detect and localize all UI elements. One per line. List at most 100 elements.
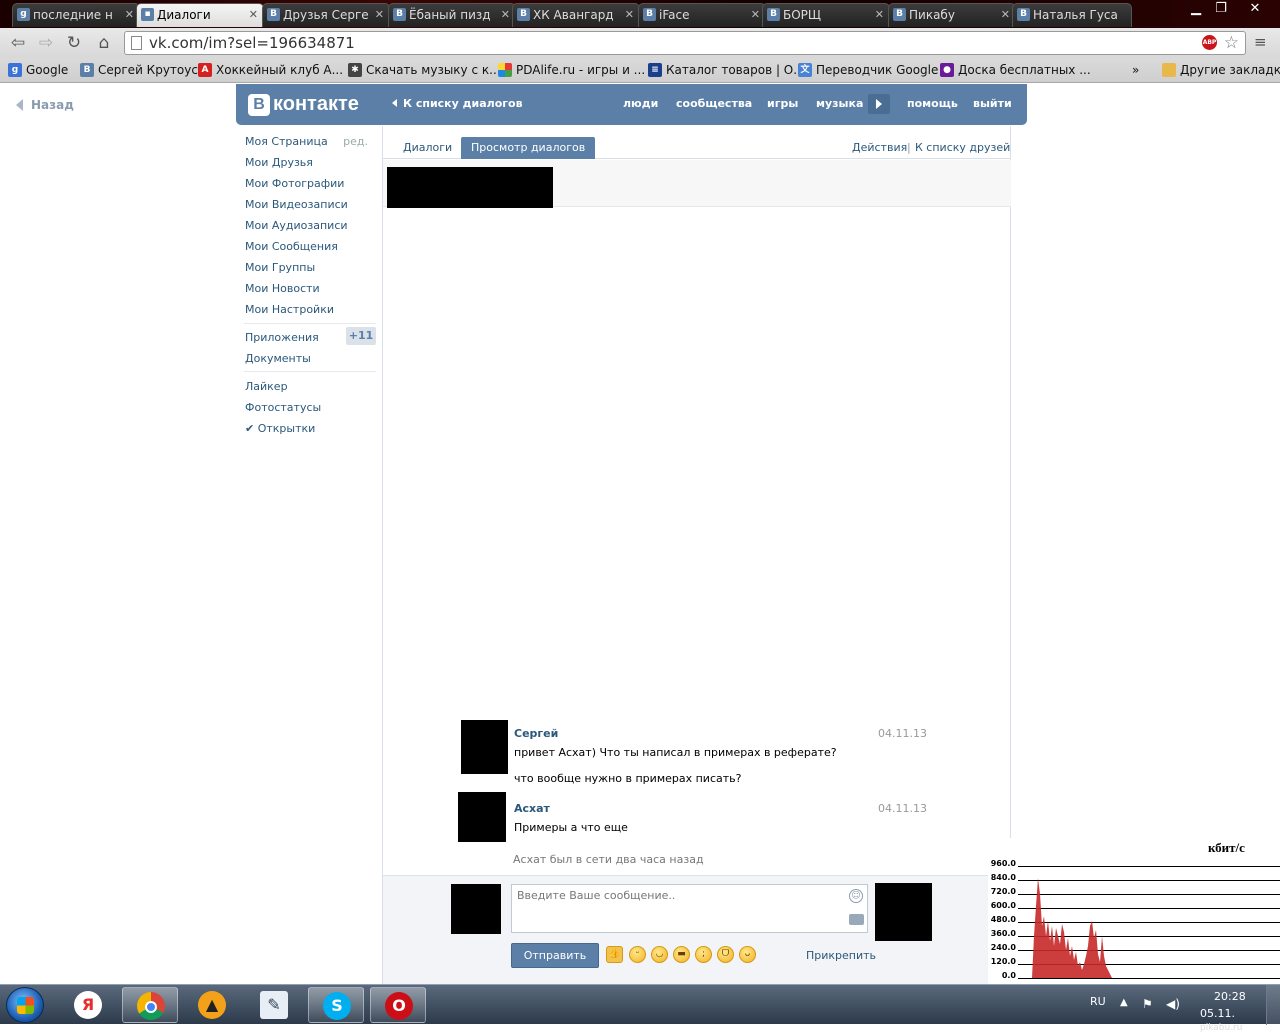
taskbar-skype[interactable]: S: [308, 987, 364, 1023]
more-bookmarks[interactable]: »: [1132, 62, 1139, 79]
nav-communities[interactable]: сообщества: [676, 97, 752, 110]
nav-games[interactable]: игры: [767, 97, 798, 110]
nav-people[interactable]: люди: [623, 97, 658, 110]
nav-music[interactable]: музыка: [816, 97, 863, 110]
sidebar-item-photos[interactable]: Мои Фотографии: [245, 177, 344, 190]
bookmark-item[interactable]: B Сергей Крутоус: [78, 62, 198, 79]
close-icon[interactable]: ✕: [1001, 4, 1010, 26]
smile-icon[interactable]: ☺: [849, 889, 863, 903]
to-friends-link[interactable]: К списку друзей: [915, 141, 1010, 154]
close-icon[interactable]: ✕: [875, 4, 884, 26]
back-link[interactable]: Назад: [16, 98, 74, 112]
browser-tab[interactable]: B Друзья Серге ✕: [262, 3, 390, 27]
message-input[interactable]: Введите Ваше сообщение..: [511, 884, 868, 933]
emoji-laugh-icon[interactable]: ᗜ: [717, 946, 734, 963]
actions-link[interactable]: Действия: [852, 141, 907, 154]
taskbar-aimp[interactable]: ▲: [184, 987, 240, 1023]
browser-tab[interactable]: BiFace ✕: [638, 3, 766, 27]
thumbs-up-icon[interactable]: 👍: [606, 946, 623, 963]
volume-icon[interactable]: ◀): [1166, 997, 1180, 1011]
browser-tab[interactable]: B БОРЩ ✕: [762, 3, 890, 27]
bookmark-item[interactable]: PDAlife.ru - игры и ...: [496, 62, 645, 79]
language-indicator[interactable]: RU: [1090, 995, 1106, 1008]
send-button[interactable]: Отправить: [511, 943, 599, 968]
bookmark-star-icon[interactable]: ☆: [1224, 32, 1239, 54]
emoji-relieved-icon[interactable]: ᵕ: [629, 946, 646, 963]
edit-link[interactable]: ред.: [343, 135, 368, 148]
sidebar-item-groups[interactable]: Мои Группы: [245, 261, 315, 274]
sidebar-item-news[interactable]: Мои Новости: [245, 282, 320, 295]
avatar[interactable]: [458, 792, 506, 842]
message-author[interactable]: Асхат: [514, 802, 550, 815]
peer-avatar[interactable]: [875, 883, 932, 941]
sidebar-item-liker[interactable]: Лайкер: [245, 380, 288, 393]
window-close-icon[interactable]: ✕: [1236, 0, 1274, 20]
taskbar-yandex[interactable]: Я: [60, 987, 116, 1023]
close-icon[interactable]: ✕: [249, 4, 258, 26]
emoji-wink-icon[interactable]: ;: [695, 946, 712, 963]
tray-expand-icon[interactable]: ▲: [1120, 997, 1128, 1008]
emoji-grin-icon[interactable]: ▬: [673, 946, 690, 963]
sidebar-item-friends[interactable]: Мои Друзья: [245, 156, 313, 169]
taskbar-notepad[interactable]: ✎: [246, 987, 302, 1023]
browser-tab[interactable]: B ХК Авангард ✕: [512, 3, 640, 27]
browser-tab[interactable]: B Ёбаный пизд ✕: [388, 3, 516, 27]
browser-tab[interactable]: g последние н ✕: [12, 3, 140, 27]
emoji-tongue-icon[interactable]: ᴗ: [739, 946, 756, 963]
bookmark-item[interactable]: A Хоккейный клуб А...: [196, 62, 343, 79]
sidebar-item-apps[interactable]: Приложения: [245, 331, 319, 344]
show-desktop-button[interactable]: [1266, 985, 1280, 1025]
close-icon[interactable]: ✕: [375, 4, 384, 26]
sidebar-item-my-page[interactable]: Моя Страница: [245, 135, 328, 148]
back-arrow-icon: [16, 99, 23, 111]
bookmark-item[interactable]: 文 Переводчик Google: [796, 62, 938, 79]
start-button[interactable]: [6, 987, 44, 1023]
page-icon: [131, 36, 142, 50]
browser-tab[interactable]: B Наталья Гуса: [1012, 3, 1132, 27]
back-arrow-icon[interactable]: ⇦: [8, 33, 28, 53]
close-icon[interactable]: ✕: [125, 4, 134, 26]
vk-logo[interactable]: Вконтакте: [248, 93, 359, 116]
nav-help[interactable]: помощь: [907, 97, 958, 110]
browser-tab-active[interactable]: ▪ Диалоги ✕: [136, 3, 264, 27]
bookmark-item[interactable]: ≡ Каталог товаров | О...: [646, 62, 805, 79]
sidebar-item-photostatus[interactable]: Фотостатусы: [245, 401, 321, 414]
other-bookmarks[interactable]: Другие закладки: [1160, 62, 1280, 79]
sidebar-item-settings[interactable]: Мои Настройки: [245, 303, 334, 316]
close-icon[interactable]: ✕: [751, 4, 760, 26]
emoji-smile-icon[interactable]: ◡: [651, 946, 668, 963]
home-icon[interactable]: ⌂: [94, 33, 114, 53]
camera-icon[interactable]: [849, 914, 864, 925]
taskbar-opera[interactable]: O: [370, 987, 426, 1023]
tab-dialogs[interactable]: Диалоги: [393, 137, 462, 159]
forward-arrow-icon[interactable]: ⇨: [36, 33, 56, 53]
message-author[interactable]: Сергей: [514, 727, 558, 740]
music-play-button[interactable]: [868, 94, 890, 114]
sidebar-item-postcards[interactable]: ✔ Открытки: [245, 422, 315, 435]
apps-count-badge[interactable]: +11: [346, 327, 376, 345]
browser-tab[interactable]: B Пикабу ✕: [888, 3, 1016, 27]
sidebar-item-audio[interactable]: Мои Аудиозаписи: [245, 219, 348, 232]
reload-icon[interactable]: ↻: [64, 33, 84, 53]
adblock-icon[interactable]: ABP: [1202, 35, 1217, 50]
taskbar-chrome[interactable]: [122, 987, 178, 1023]
to-dialogs-link[interactable]: К списку диалогов: [392, 97, 523, 110]
bookmark-item[interactable]: g Google: [6, 62, 68, 79]
bookmark-item[interactable]: ● Доска бесплатных ...: [938, 62, 1091, 79]
avatar[interactable]: [461, 720, 508, 774]
sidebar-item-documents[interactable]: Документы: [245, 352, 311, 365]
attach-link[interactable]: Прикрепить: [806, 949, 876, 962]
clock-time[interactable]: 20:28: [1214, 990, 1246, 1003]
bookmark-item[interactable]: ✱ Скачать музыку с к...: [346, 62, 501, 79]
tab-view-dialogs[interactable]: Просмотр диалогов: [461, 137, 596, 159]
minimize-icon[interactable]: ▁: [1184, 0, 1208, 20]
close-icon[interactable]: ✕: [625, 4, 634, 26]
restore-icon[interactable]: ❐: [1210, 0, 1232, 20]
address-bar[interactable]: vk.com/im?sel=196634871 ABP ☆: [124, 31, 1246, 55]
close-icon[interactable]: ✕: [501, 4, 510, 26]
sidebar-item-videos[interactable]: Мои Видеозаписи: [245, 198, 348, 211]
nav-logout[interactable]: выйти: [973, 97, 1012, 110]
sidebar-item-messages[interactable]: Мои Сообщения: [245, 240, 338, 253]
action-center-icon[interactable]: ⚑: [1142, 997, 1156, 1011]
wrench-menu-icon[interactable]: ≡: [1254, 33, 1270, 51]
